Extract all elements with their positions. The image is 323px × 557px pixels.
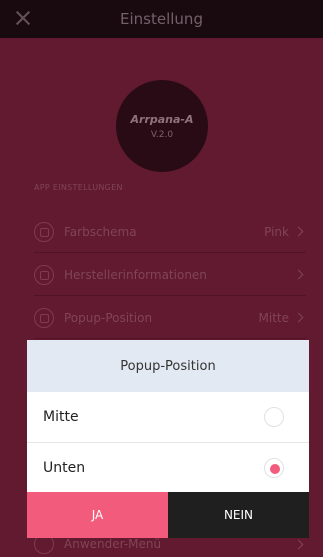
radio-button-selected[interactable] [264,458,284,478]
radio-button[interactable] [264,407,284,427]
yes-button[interactable]: JA [27,492,168,538]
option-label: Unten [43,459,86,476]
no-button[interactable]: NEIN [168,492,309,538]
option-mitte[interactable]: Mitte [27,392,309,442]
option-label: Mitte [43,409,79,425]
dialog-title: Popup-Position [120,358,216,374]
dialog-header: Popup-Position [27,340,309,392]
popup-position-dialog: Popup-Position Mitte Unten JA NEIN [27,340,309,538]
dialog-buttons: JA NEIN [27,492,309,538]
option-unten[interactable]: Unten [27,442,309,492]
